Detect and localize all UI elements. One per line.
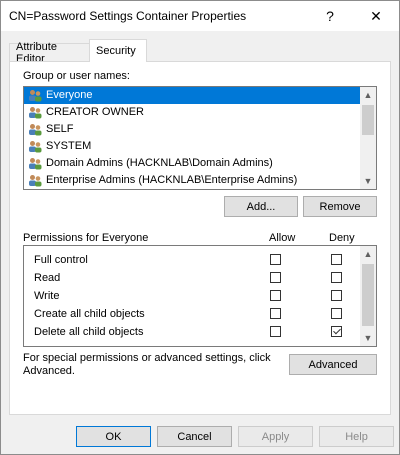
list-item[interactable]: SYSTEM xyxy=(24,138,376,155)
close-icon: ✕ xyxy=(370,7,382,24)
scroll-up-icon[interactable]: ▲ xyxy=(360,87,376,103)
deny-header: Deny xyxy=(329,232,355,244)
user-name: SELF xyxy=(46,123,74,135)
list-item[interactable]: SELF xyxy=(24,121,376,138)
deny-checkbox[interactable] xyxy=(331,290,342,301)
help-title-button[interactable]: ? xyxy=(307,1,353,31)
user-list[interactable]: Everyone CREATOR OWNER SELF SYSTEM Domain Ad… xyxy=(23,86,377,190)
user-group-icon xyxy=(29,175,42,187)
user-list-scrollbar[interactable]: ▲ ▼ xyxy=(360,87,376,189)
user-name: Enterprise Admins (HACKNLAB\Enterprise A… xyxy=(46,174,298,186)
allow-header: Allow xyxy=(269,232,296,244)
permissions-scrollbar[interactable]: ▲ ▼ xyxy=(360,246,376,346)
allow-checkbox[interactable] xyxy=(270,254,281,265)
apply-button[interactable]: Apply xyxy=(238,426,313,447)
permissions-label: Permissions for Everyone xyxy=(23,232,149,244)
user-group-icon xyxy=(29,107,42,119)
deny-checkbox[interactable] xyxy=(331,326,342,337)
list-item[interactable]: CREATOR OWNER xyxy=(24,104,376,121)
user-name: CREATOR OWNER xyxy=(46,106,144,118)
permission-row: Read xyxy=(24,269,376,287)
group-names-label: Group or user names: xyxy=(23,70,130,82)
scroll-down-icon[interactable]: ▼ xyxy=(360,173,376,189)
close-button[interactable]: ✕ xyxy=(353,1,399,31)
permission-name: Create all child objects xyxy=(34,308,145,320)
user-name: Everyone xyxy=(46,89,93,101)
advanced-button-label: Advanced xyxy=(308,358,358,371)
permission-name: Delete all child objects xyxy=(34,326,144,338)
user-group-icon xyxy=(29,158,42,170)
user-group-icon xyxy=(29,90,42,102)
add-button[interactable]: Add... xyxy=(224,196,298,217)
scroll-up-icon[interactable]: ▲ xyxy=(360,246,376,262)
permission-row: Delete all child objects xyxy=(24,323,376,341)
permission-name: Read xyxy=(34,272,61,284)
tab-strip: Attribute Editor Security xyxy=(1,39,399,65)
scroll-thumb[interactable] xyxy=(362,264,374,326)
list-item[interactable]: Domain Admins (HACKNLAB\Domain Admins) xyxy=(24,155,376,172)
permission-name: Full control xyxy=(34,254,88,266)
deny-checkbox[interactable] xyxy=(331,254,342,265)
advanced-button[interactable]: Advanced xyxy=(289,354,377,375)
scroll-thumb[interactable] xyxy=(362,105,374,135)
window-title: CN=Password Settings Container Propertie… xyxy=(9,9,247,23)
permission-row: Full control xyxy=(24,251,376,269)
list-item[interactable]: Enterprise Admins (HACKNLAB\Enterprise A… xyxy=(24,172,376,189)
scroll-down-icon[interactable]: ▼ xyxy=(360,330,376,346)
allow-checkbox[interactable] xyxy=(270,308,281,319)
tab-label: Security xyxy=(96,45,136,57)
remove-button[interactable]: Remove xyxy=(303,196,377,217)
deny-checkbox[interactable] xyxy=(331,272,342,283)
tab-security[interactable]: Security xyxy=(89,39,147,62)
permission-row: Write xyxy=(24,287,376,305)
deny-checkbox[interactable] xyxy=(331,308,342,319)
ok-button-label: OK xyxy=(105,430,122,443)
allow-checkbox[interactable] xyxy=(270,326,281,337)
remove-button-label: Remove xyxy=(319,200,361,213)
permissions-list: Full control Read Write Create all child ob… xyxy=(23,245,377,347)
allow-checkbox[interactable] xyxy=(270,272,281,283)
cancel-button[interactable]: Cancel xyxy=(157,426,232,447)
help-button[interactable]: Help xyxy=(319,426,394,447)
help-button-label: Help xyxy=(345,430,368,443)
properties-dialog: CN=Password Settings Container Propertie… xyxy=(0,0,400,455)
user-name: Domain Admins (HACKNLAB\Domain Admins) xyxy=(46,157,273,169)
advanced-hint: For special permissions or advanced sett… xyxy=(23,352,271,377)
ok-button[interactable]: OK xyxy=(76,426,151,447)
add-button-label: Add... xyxy=(246,200,276,213)
permission-row: Create all child objects xyxy=(24,305,376,323)
list-item[interactable]: Everyone xyxy=(24,87,376,104)
user-name: SYSTEM xyxy=(46,140,92,152)
allow-checkbox[interactable] xyxy=(270,290,281,301)
user-group-icon xyxy=(29,124,42,136)
tab-attribute-editor[interactable]: Attribute Editor xyxy=(9,41,93,65)
cancel-button-label: Cancel xyxy=(177,430,212,443)
apply-button-label: Apply xyxy=(261,430,290,443)
security-panel: Group or user names: Everyone CREATOR OWN… xyxy=(9,61,391,415)
permission-name: Write xyxy=(34,290,60,302)
title-bar: CN=Password Settings Container Propertie… xyxy=(1,1,399,31)
help-icon: ? xyxy=(326,8,334,24)
user-group-icon xyxy=(29,141,42,153)
